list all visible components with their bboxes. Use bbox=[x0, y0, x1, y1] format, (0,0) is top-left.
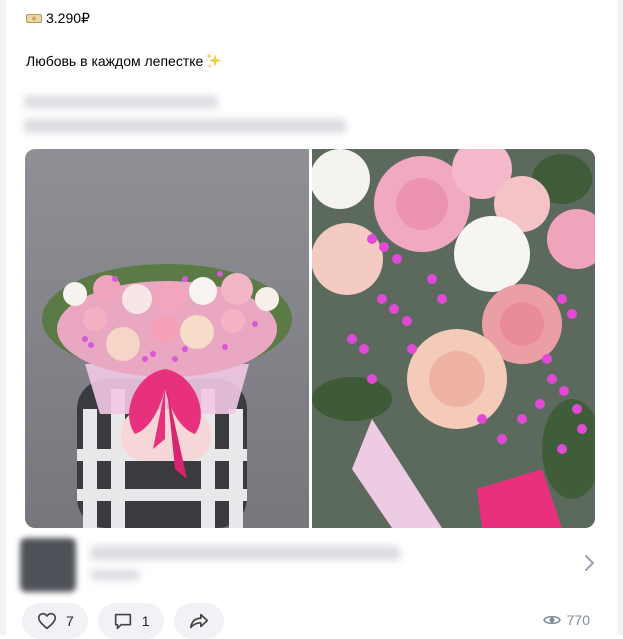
photo-gallery[interactable] bbox=[25, 149, 595, 528]
price-row: 3.290₽ bbox=[26, 10, 90, 27]
share-icon bbox=[189, 613, 208, 629]
link-thumbnail bbox=[20, 538, 76, 592]
like-count: 7 bbox=[66, 613, 74, 629]
sparkles-icon bbox=[206, 53, 222, 68]
chevron-right-icon[interactable] bbox=[582, 554, 596, 572]
caption-text: Любовь в каждом лепестке bbox=[26, 53, 204, 69]
link-preview[interactable] bbox=[20, 536, 602, 592]
post-card: 3.290₽ Любовь в каждом лепестке 7 1 770 bbox=[6, 0, 617, 639]
blurred-text-line bbox=[24, 119, 346, 133]
page-gutter-right bbox=[617, 0, 623, 635]
bouquet-in-hands-photo[interactable] bbox=[25, 149, 309, 528]
bouquet-closeup-photo[interactable] bbox=[312, 149, 595, 528]
blurred-link-title bbox=[90, 546, 400, 560]
banknote-icon bbox=[26, 14, 42, 23]
blurred-link-subtitle bbox=[90, 570, 140, 580]
post-caption: Любовь в каждом лепестке bbox=[26, 52, 223, 70]
action-bar: 7 1 bbox=[22, 603, 224, 639]
price-label: 3.290₽ bbox=[46, 10, 90, 26]
like-button[interactable]: 7 bbox=[22, 603, 88, 639]
views-count: 770 bbox=[566, 612, 590, 628]
comment-button[interactable]: 1 bbox=[97, 603, 164, 639]
share-button[interactable] bbox=[173, 603, 224, 639]
heart-icon bbox=[37, 612, 57, 630]
blurred-text-line bbox=[24, 96, 218, 108]
view-counter: 770 bbox=[542, 612, 590, 628]
comment-icon bbox=[114, 613, 131, 630]
comment-count: 1 bbox=[141, 613, 150, 629]
eye-icon bbox=[542, 615, 561, 625]
